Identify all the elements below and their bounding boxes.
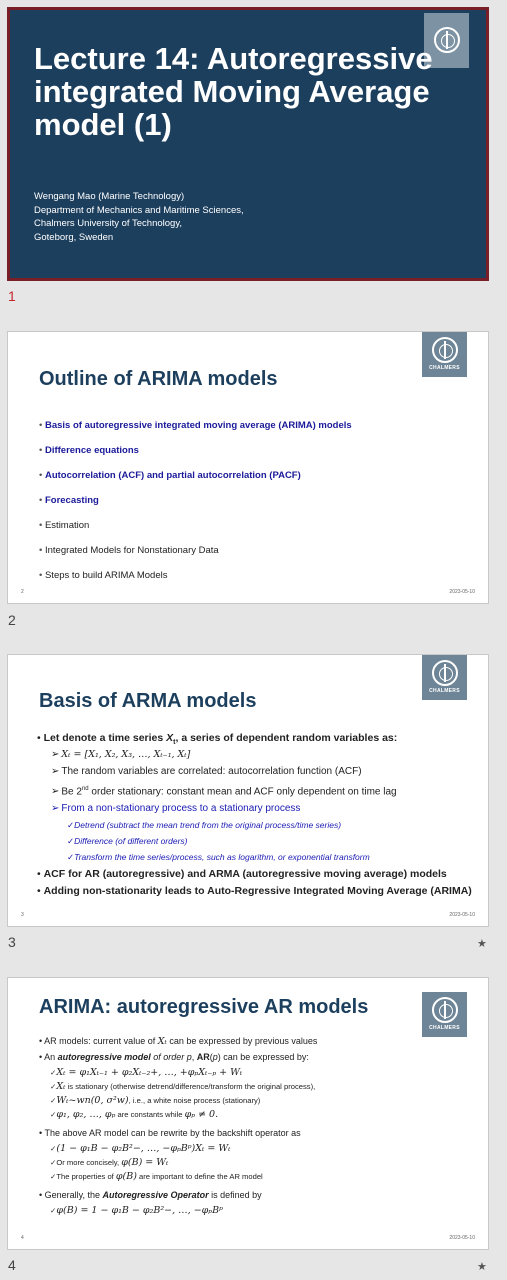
star-icon: ★ xyxy=(477,1261,487,1273)
list-item: Forecasting xyxy=(39,495,479,520)
slide-body: Let denote a time series Xt, a series of… xyxy=(37,731,487,901)
check-item: φ(B) = 1 − φ₁B − φ₂B²−, …, −φₚBᵖ xyxy=(39,1205,479,1219)
list-item: Integrated Models for Nonstationary Data xyxy=(39,545,479,570)
slide-title: ARIMA: autoregressive AR models xyxy=(39,996,369,1018)
bullet: Generally, the Autoregressive Operator i… xyxy=(39,1189,479,1205)
footer-date: 2023-05-10 xyxy=(449,589,475,595)
list-item: Autocorrelation (ACF) and partial autoco… xyxy=(39,470,479,495)
check-item: The properties of φ(B) are important to … xyxy=(39,1171,479,1185)
check-item: Or more concisely, φ(B) = Wₜ xyxy=(39,1157,479,1171)
check-item: Difference (of different orders) xyxy=(37,835,487,851)
slide-title: Basis of ARMA models xyxy=(39,690,257,712)
check-item: Transform the time series/process, such … xyxy=(37,851,487,867)
check-item: Xₜ is stationary (otherwise detrend/diff… xyxy=(39,1081,479,1095)
slide-number: 4 xyxy=(8,1257,16,1273)
seal-icon xyxy=(431,336,458,363)
logo-text: CHALMERS xyxy=(429,687,460,694)
slide-body: AR models: current value of Xₜ can be ex… xyxy=(39,1035,479,1219)
chalmers-logo: CHALMERS xyxy=(422,655,467,700)
bullet: AR models: current value of Xₜ can be ex… xyxy=(39,1035,479,1051)
author-block: Wengang Mao (Marine Technology) Departme… xyxy=(34,190,244,244)
check-item: φ₁, φ₂, …, φₚ are constants while φₚ ≠ 0… xyxy=(39,1109,479,1123)
author-line: Wengang Mao (Marine Technology) xyxy=(34,191,185,202)
slide-thumbnail-1[interactable]: Lecture 14: Autoregressive integrated Mo… xyxy=(7,7,489,281)
footer-page-number: 3 xyxy=(21,912,24,918)
outline-list: Basis of autoregressive integrated movin… xyxy=(39,420,479,595)
bullet: Adding non-stationarity leads to Auto-Re… xyxy=(37,884,487,901)
slide-title: Lecture 14: Autoregressive integrated Mo… xyxy=(34,41,433,142)
author-line: Goteborg, Sweden xyxy=(34,231,114,243)
check-item: Detrend (subtract the mean trend from th… xyxy=(37,819,487,835)
slide-thumbnail-4[interactable]: CHALMERS ARIMA: autoregressive AR models… xyxy=(7,977,489,1250)
slide-number: 3 xyxy=(8,934,16,950)
author-line: Chalmers University of Technology, xyxy=(34,218,183,229)
author-line: Department of Mechanics and Maritime Sci… xyxy=(34,204,244,216)
sub-bullet: From a non-stationary process to a stati… xyxy=(37,802,487,819)
footer-page-number: 4 xyxy=(21,1235,24,1241)
check-item: (1 − φ₁B − φ₂B²−, …, −φₚBᵖ)Xₜ = Wₜ xyxy=(39,1143,479,1157)
list-item: Estimation xyxy=(39,520,479,545)
footer-page-number: 2 xyxy=(21,589,24,595)
slide-thumbnail-3[interactable]: CHALMERS Basis of ARMA models Let denote… xyxy=(7,654,489,927)
bullet: An autoregressive model of order p, AR(p… xyxy=(39,1051,479,1067)
star-icon: ★ xyxy=(477,938,487,950)
sub-bullet: The random variables are correlated: aut… xyxy=(37,765,487,782)
slide-number: 1 xyxy=(8,288,16,304)
logo-text: CHALMERS xyxy=(429,1024,460,1031)
footer-date: 2023-05-10 xyxy=(449,912,475,918)
check-item: Wₜ~wn(0, σ²w), i.e., a white noise proce… xyxy=(39,1095,479,1109)
chalmers-logo: CHALMERS xyxy=(422,332,467,377)
logo-text: CHALMERS xyxy=(429,364,460,371)
footer-date: 2023-05-10 xyxy=(449,1235,475,1241)
bullet: The above AR model can be rewrite by the… xyxy=(39,1127,479,1143)
bullet: Let denote a time series Xt, a series of… xyxy=(37,731,487,748)
check-item: Xₜ = φ₁Xₜ₋₁ + φ₂Xₜ₋₂+, …, +φₚXₜ₋ₚ + Wₜ xyxy=(39,1067,479,1081)
list-item: Steps to build ARIMA Models xyxy=(39,570,479,595)
seal-icon xyxy=(431,659,458,686)
sub-bullet: Be 2nd order stationary: constant mean a… xyxy=(37,782,487,799)
sub-bullet: Xₜ = [X₁, X₂, X₃, …, Xₜ₋₁, Xₜ] xyxy=(37,748,487,765)
slide-title: Outline of ARIMA models xyxy=(39,368,278,390)
chalmers-logo: CHALMERS xyxy=(422,992,467,1037)
list-item: Difference equations xyxy=(39,445,479,470)
slide-number: 2 xyxy=(8,612,16,628)
bullet: ACF for AR (autoregressive) and ARMA (au… xyxy=(37,867,487,884)
seal-icon xyxy=(431,996,458,1023)
slide-thumbnail-2[interactable]: CHALMERS Outline of ARIMA models Basis o… xyxy=(7,331,489,604)
list-item: Basis of autoregressive integrated movin… xyxy=(39,420,479,445)
